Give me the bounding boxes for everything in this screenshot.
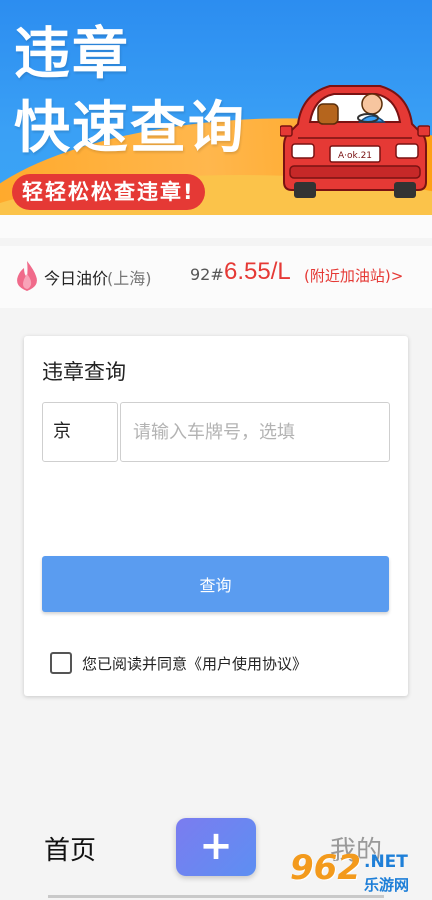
card-title: 违章查询 bbox=[42, 360, 126, 384]
banner-title-line1: 违章 bbox=[14, 22, 130, 87]
flame-icon bbox=[17, 261, 37, 291]
banner-bottom-edge bbox=[0, 215, 432, 238]
agreement-checkbox[interactable] bbox=[50, 652, 72, 674]
plate-number-input[interactable] bbox=[120, 402, 390, 462]
fuel-price: 6.55/L bbox=[224, 258, 291, 285]
nearby-gas-station-link[interactable]: (附近加油站)> bbox=[304, 265, 403, 286]
watermark-number: 962 bbox=[290, 848, 361, 888]
nav-home-tab[interactable]: 首页 bbox=[44, 830, 96, 867]
fuel-grade: 92# bbox=[190, 265, 224, 284]
query-button[interactable]: 查询 bbox=[42, 556, 389, 612]
promo-banner[interactable]: 违章 快速查询 轻轻松松查违章! A·ok.21 bbox=[0, 0, 432, 238]
watermark-logo: 962 .NET 乐游网 bbox=[290, 848, 430, 898]
watermark-site: 乐游网 bbox=[364, 876, 410, 894]
violation-query-card: 违章查询 京 查询 您已阅读并同意《用户使用协议》 bbox=[24, 336, 408, 696]
oil-price-label: 今日油价 bbox=[44, 269, 109, 288]
car-plate-text: A·ok.21 bbox=[338, 151, 372, 161]
add-button[interactable]: + bbox=[176, 818, 256, 876]
agreement-text[interactable]: 您已阅读并同意《用户使用协议》 bbox=[82, 653, 307, 674]
car-illustration: A·ok.21 bbox=[280, 85, 430, 198]
oil-city: (上海) bbox=[107, 269, 152, 288]
watermark-net: .NET bbox=[364, 852, 408, 872]
oil-price-row[interactable]: 今日油价 (上海) 92# 6.55/L (附近加油站)> bbox=[0, 246, 432, 308]
province-selector[interactable]: 京 bbox=[42, 402, 118, 462]
banner-tagline: 轻轻松松查违章! bbox=[12, 174, 205, 210]
plus-icon: + bbox=[199, 823, 233, 869]
banner-title-line2: 快速查询 bbox=[14, 96, 246, 161]
